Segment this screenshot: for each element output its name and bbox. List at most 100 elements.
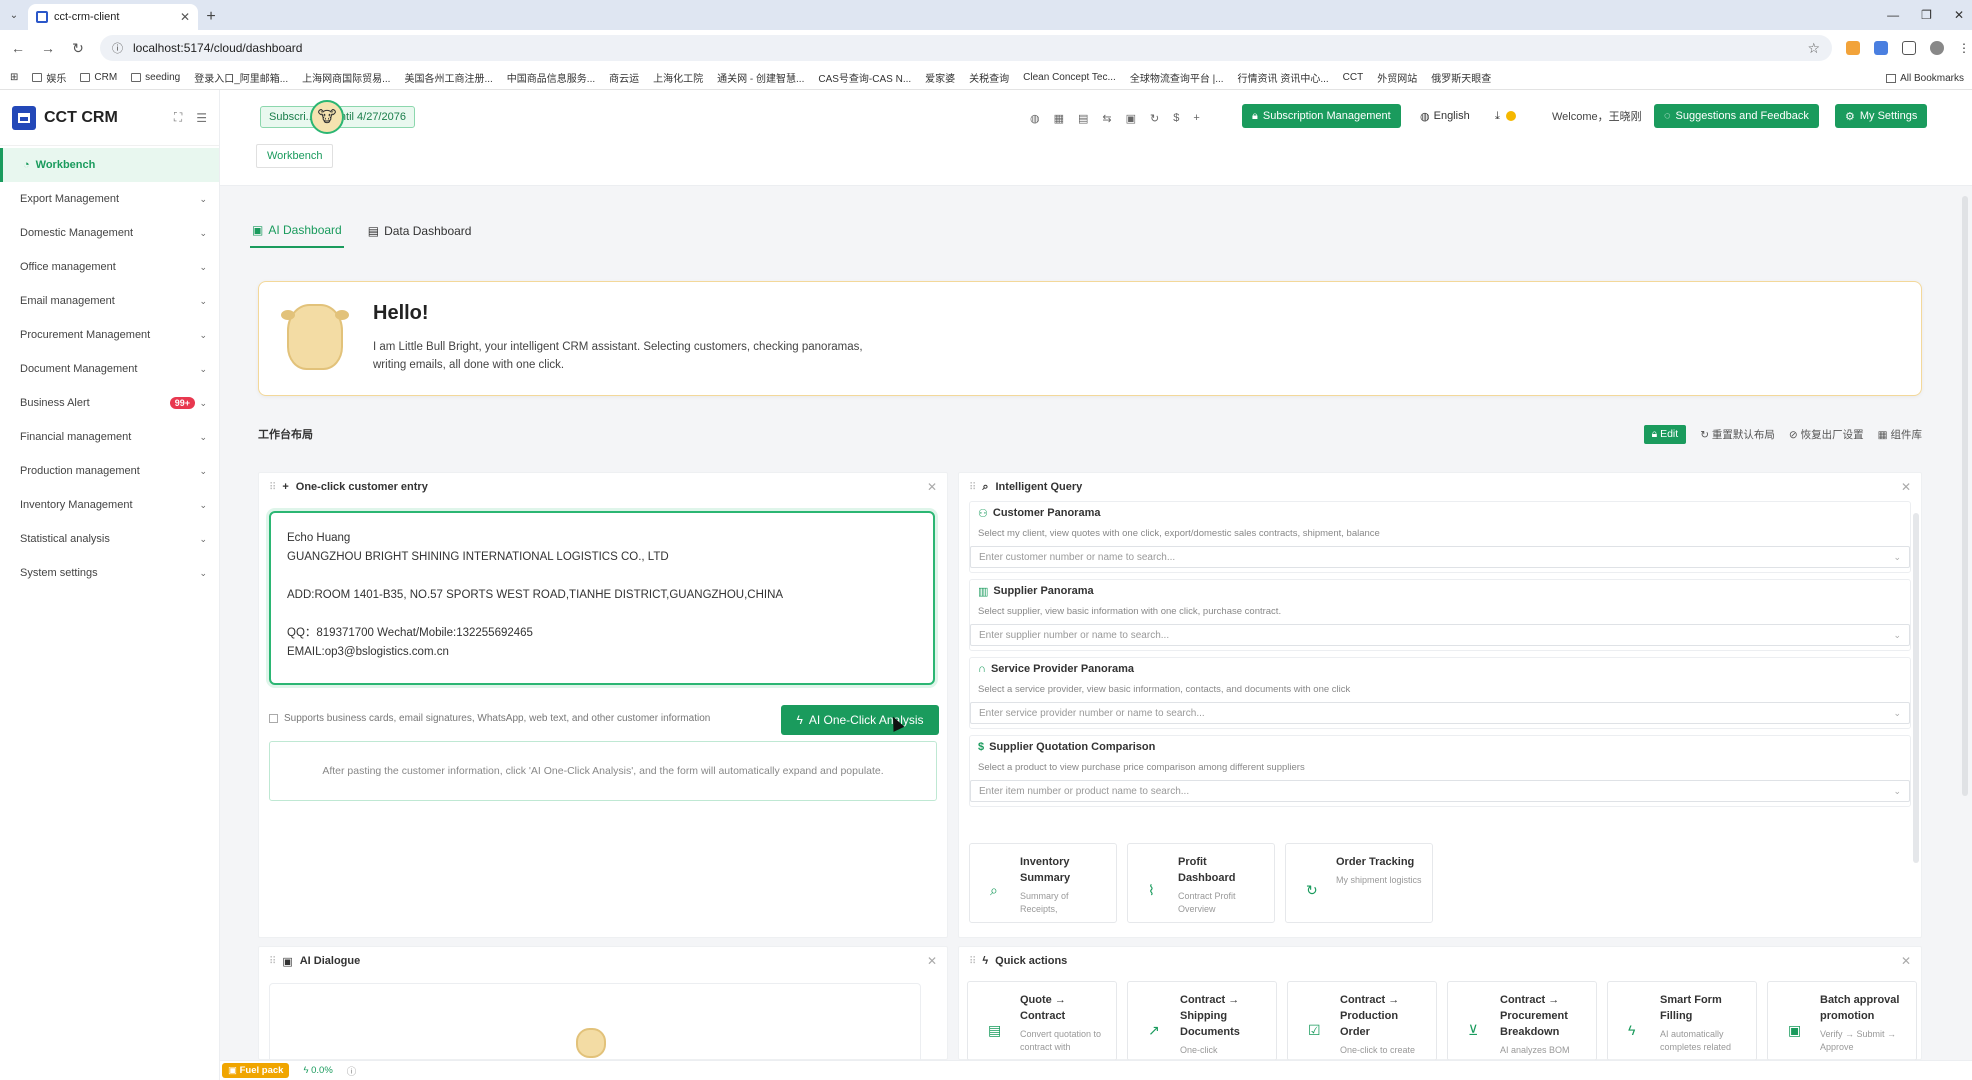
close-icon[interactable]: ✕: [927, 480, 937, 494]
sidebar-item-statistical[interactable]: Statistical analysis ⌄: [0, 522, 219, 556]
sidebar-item-domestic[interactable]: Domestic Management ⌄: [0, 216, 219, 250]
minimize-icon[interactable]: —: [1887, 8, 1899, 22]
screen-icon[interactable]: ▣: [1126, 112, 1136, 125]
bookmark-item[interactable]: 美国各州工商注册...: [404, 70, 492, 85]
bookmark-item[interactable]: 外贸网站: [1377, 70, 1417, 85]
extension-icon[interactable]: [1846, 41, 1860, 55]
service-provider-search-select[interactable]: Enter service provider number or name to…: [970, 702, 1910, 724]
new-tab-icon[interactable]: +: [198, 4, 224, 30]
sidebar-item-business-alert[interactable]: Business Alert 99+ ⌄: [0, 386, 219, 420]
calendar-icon[interactable]: ▦: [1054, 112, 1064, 125]
component-library-button[interactable]: ▦ 组件库: [1878, 427, 1922, 442]
drag-handle-icon[interactable]: ⠿: [269, 482, 276, 493]
bookmark-item[interactable]: 登录入口_阿里邮箱...: [194, 70, 288, 85]
download-status[interactable]: ⤓: [1495, 104, 1516, 128]
globe-icon[interactable]: ◍: [1030, 112, 1040, 125]
scrollbar[interactable]: [1913, 513, 1919, 863]
drag-handle-icon[interactable]: ⠿: [969, 956, 976, 967]
sidebar-item-document[interactable]: Document Management ⌄: [0, 352, 219, 386]
all-bookmarks[interactable]: All Bookmarks: [1878, 66, 1964, 89]
customer-info-textarea[interactable]: Echo Huang GUANGZHOU BRIGHT SHINING INTE…: [269, 511, 935, 685]
workbench-tag[interactable]: Workbench: [256, 144, 334, 168]
refresh-icon[interactable]: ↻: [1150, 112, 1159, 125]
contract-to-shipping-tile[interactable]: ↗ Contract → Shipping Documents One-click: [1127, 981, 1277, 1061]
bookmark-item[interactable]: CRM: [80, 72, 117, 83]
sidebar-item-system-settings[interactable]: System settings ⌄: [0, 556, 219, 590]
my-settings-button[interactable]: ⚙ My Settings: [1835, 104, 1928, 128]
add-icon[interactable]: +: [1193, 112, 1199, 124]
bookmark-item[interactable]: 上海网商国际贸易...: [302, 70, 390, 85]
bookmark-item[interactable]: Clean Concept Tec...: [1023, 72, 1116, 83]
profit-dashboard-tile[interactable]: ⌇ Profit Dashboard Contract Profit Overvie…: [1127, 843, 1275, 923]
close-icon[interactable]: ✕: [1901, 954, 1911, 968]
dialogue-area[interactable]: [269, 983, 921, 1063]
address-bar[interactable]: ⓘ localhost:5174/cloud/dashboard ☆: [100, 35, 1832, 61]
close-icon[interactable]: ✕: [927, 954, 937, 968]
profile-avatar-icon[interactable]: [1930, 41, 1944, 55]
ai-one-click-analysis-button[interactable]: ϟ AI One-Click Analysis: [781, 705, 939, 735]
translate-extension-icon[interactable]: [1874, 41, 1888, 55]
bookmark-item[interactable]: 中国商品信息服务...: [507, 70, 595, 85]
calculator-icon[interactable]: ▤: [1078, 112, 1088, 125]
tab-data-dashboard[interactable]: ▤ Data Dashboard: [366, 214, 474, 248]
apps-grid-icon[interactable]: ⊞: [10, 72, 18, 83]
sidebar-item-procurement[interactable]: Procurement Management ⌄: [0, 318, 219, 352]
language-selector[interactable]: ◍ English: [1420, 104, 1470, 128]
bookmark-item[interactable]: 上海化工院: [653, 70, 703, 85]
bookmark-item[interactable]: 全球物流查询平台 |...: [1130, 70, 1224, 85]
subscription-management-button[interactable]: 🔒︎ Subscription Management: [1242, 104, 1401, 128]
sidebar-item-inventory[interactable]: Inventory Management ⌄: [0, 488, 219, 522]
close-tab-icon[interactable]: ✕: [180, 10, 190, 24]
close-window-icon[interactable]: ✕: [1954, 8, 1964, 22]
sidebar-item-export[interactable]: Export Management ⌄: [0, 182, 219, 216]
fullscreen-icon[interactable]: ⛶: [174, 110, 182, 125]
reload-icon[interactable]: ↻: [70, 40, 86, 57]
batch-approval-tile[interactable]: ▣ Batch approval promotion Verify → Submit…: [1767, 981, 1917, 1061]
site-info-icon[interactable]: ⓘ: [112, 40, 123, 56]
bookmark-item[interactable]: 商云运: [609, 70, 639, 85]
inventory-summary-tile[interactable]: ⌕ Inventory Summary Summary of Receipts,: [969, 843, 1117, 923]
bookmark-item[interactable]: 俄罗斯天眼查: [1431, 70, 1491, 85]
sidebar-item-office[interactable]: Office management ⌄: [0, 250, 219, 284]
fuel-pack-badge[interactable]: ▣ Fuel pack: [222, 1063, 290, 1078]
contract-to-production-tile[interactable]: ☑ Contract → Production Order One-click to…: [1287, 981, 1437, 1061]
item-search-select[interactable]: Enter item number or product name to sea…: [970, 780, 1910, 802]
sidebar-item-email[interactable]: Email management ⌄: [0, 284, 219, 318]
bookmark-item[interactable]: 行情资讯 资讯中心...: [1238, 70, 1329, 85]
sidebar-item-financial[interactable]: Financial management ⌄: [0, 420, 219, 454]
drag-handle-icon[interactable]: ⠿: [269, 956, 276, 967]
order-tracking-tile[interactable]: ↻ Order Tracking My shipment logistics: [1285, 843, 1433, 923]
collapse-menu-icon[interactable]: ☰: [196, 111, 207, 125]
bookmark-star-icon[interactable]: ☆: [1807, 40, 1820, 57]
tab-list-icon[interactable]: ⌄: [0, 0, 28, 30]
support-checkbox[interactable]: Supports business cards, email signature…: [269, 713, 710, 724]
suggestions-feedback-button[interactable]: ◌ Suggestions and Feedback: [1654, 104, 1819, 128]
tab-ai-dashboard[interactable]: ▣ AI Dashboard: [250, 214, 344, 248]
supplier-search-select[interactable]: Enter supplier number or name to search.…: [970, 624, 1910, 646]
bookmark-item[interactable]: 爱家婆: [925, 70, 955, 85]
browser-tab[interactable]: cct-crm-client ✕: [28, 4, 198, 30]
edit-layout-button[interactable]: 🔒︎ Edit: [1643, 424, 1687, 444]
page-scrollbar[interactable]: [1962, 196, 1968, 796]
bookmark-item[interactable]: seeding: [131, 72, 180, 83]
customer-search-select[interactable]: Enter customer number or name to search.…: [970, 546, 1910, 568]
browser-menu-icon[interactable]: ⋮: [1958, 41, 1970, 55]
bookmark-item[interactable]: 通关网 - 创建智慧...: [717, 70, 804, 85]
restore-icon[interactable]: ❐: [1921, 8, 1932, 22]
mascot-avatar[interactable]: 🐮: [310, 100, 344, 134]
sidebar-item-production[interactable]: Production management ⌄: [0, 454, 219, 488]
smart-form-filling-tile[interactable]: ϟ Smart Form Filling AI automatically comp…: [1607, 981, 1757, 1061]
restore-factory-button[interactable]: ⊘ 恢复出厂设置: [1789, 427, 1864, 442]
quote-to-contract-tile[interactable]: ▤ Quote → Contract Convert quotation to co…: [967, 981, 1117, 1061]
bookmark-item[interactable]: 关税查询: [969, 70, 1009, 85]
bookmark-item[interactable]: CCT: [1343, 72, 1364, 83]
reset-layout-button[interactable]: ↻ 重置默认布局: [1700, 427, 1775, 442]
forward-icon[interactable]: →: [40, 40, 56, 56]
currency-icon[interactable]: $: [1173, 112, 1179, 124]
info-icon[interactable]: ⓘ: [347, 1064, 357, 1078]
close-icon[interactable]: ✕: [1901, 480, 1911, 494]
bookmark-item[interactable]: 娱乐: [32, 70, 66, 85]
bookmark-item[interactable]: CAS号查询-CAS N...: [818, 70, 911, 85]
back-icon[interactable]: ←: [10, 40, 26, 56]
sidebar-item-workbench[interactable]: ◔ Workbench: [0, 148, 219, 182]
